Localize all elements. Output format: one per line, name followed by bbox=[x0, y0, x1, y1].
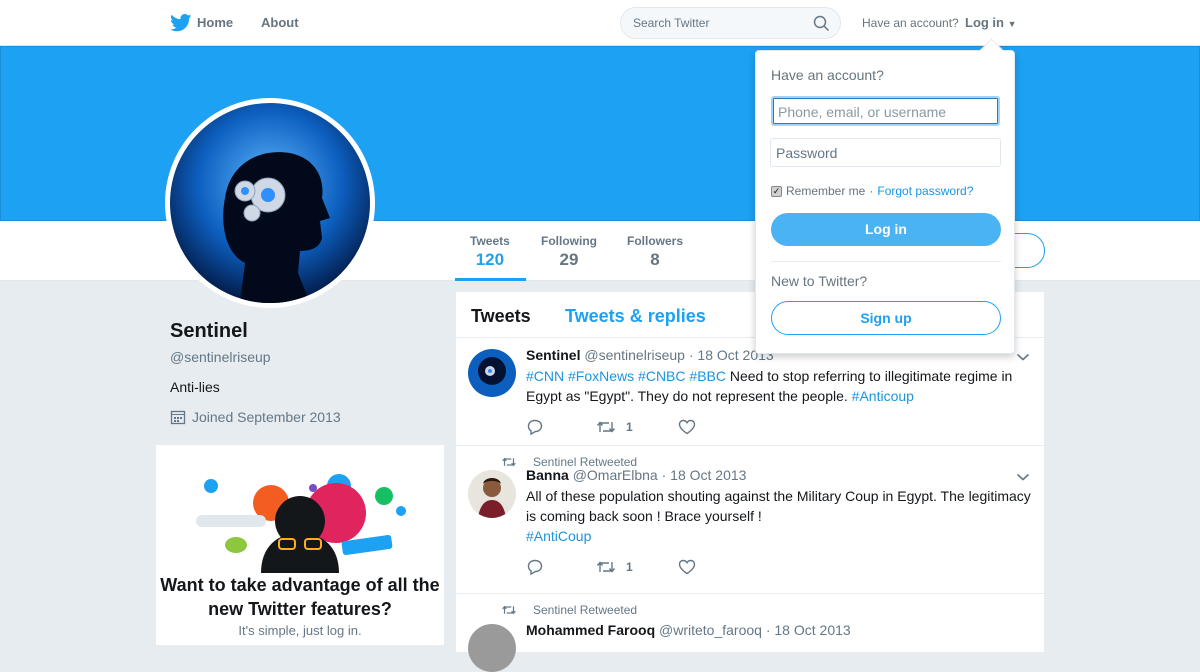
search-input[interactable]: Search Twitter bbox=[620, 7, 841, 39]
nav-home-link[interactable]: Home bbox=[197, 15, 233, 30]
chevron-down-icon[interactable] bbox=[1016, 472, 1030, 482]
signup-promo-card: Want to take advantage of all the new Tw… bbox=[156, 445, 444, 645]
remember-checkbox[interactable]: ✓ bbox=[771, 185, 782, 197]
tweet-actions: 1 bbox=[526, 418, 696, 436]
profile-handle[interactable]: @sentinelriseup bbox=[170, 349, 341, 365]
top-navigation-bar: Home About Search Twitter Have an accoun… bbox=[0, 0, 1200, 46]
retweet-icon bbox=[502, 605, 516, 615]
stat-label: Tweets bbox=[470, 234, 510, 248]
hashtag-link[interactable]: #FoxNews bbox=[568, 368, 634, 384]
username-field[interactable]: Phone, email, or username bbox=[771, 96, 1000, 126]
search-placeholder: Search Twitter bbox=[633, 16, 710, 30]
tweet-text: All of these population shouting against… bbox=[526, 486, 1031, 546]
reply-icon[interactable] bbox=[526, 418, 544, 436]
tweet-avatar[interactable] bbox=[468, 349, 516, 397]
profile-joined: Joined September 2013 bbox=[170, 409, 341, 425]
divider bbox=[771, 261, 1001, 262]
dropdown-title: Have an account? bbox=[771, 67, 884, 83]
promo-illustration bbox=[196, 474, 406, 573]
have-account-text: Have an account? bbox=[862, 16, 959, 30]
chevron-down-icon[interactable] bbox=[1016, 352, 1030, 362]
joined-text: Joined September 2013 bbox=[192, 409, 341, 425]
login-button[interactable]: Log in bbox=[771, 213, 1001, 246]
retweet-count: 1 bbox=[626, 560, 633, 574]
stat-value: 8 bbox=[650, 250, 660, 269]
retweeted-line: Sentinel Retweeted bbox=[501, 603, 637, 617]
tweet-avatar[interactable] bbox=[468, 470, 516, 518]
password-placeholder: Password bbox=[776, 145, 838, 161]
remember-label[interactable]: Remember me bbox=[786, 184, 865, 198]
tweet-item[interactable]: Sentinel Retweeted Mohammed Farooq @writ… bbox=[456, 594, 1044, 672]
active-tab-indicator bbox=[455, 278, 526, 281]
nav-about-link[interactable]: About bbox=[261, 15, 299, 30]
hashtag-link[interactable]: #CNN bbox=[526, 368, 564, 384]
hashtag-link[interactable]: #Anticoup bbox=[852, 388, 914, 404]
tweet-avatar[interactable] bbox=[468, 624, 516, 672]
tweet-author-name[interactable]: Mohammed Farooq bbox=[526, 622, 655, 638]
signup-button[interactable]: Sign up bbox=[771, 301, 1001, 335]
retweeted-text[interactable]: Sentinel Retweeted bbox=[533, 603, 637, 617]
reply-icon[interactable] bbox=[526, 558, 544, 576]
password-field[interactable]: Password bbox=[770, 138, 1001, 167]
tweet-item[interactable]: Sentinel Retweeted Banna @OmarElbna · 18… bbox=[456, 446, 1044, 594]
like-heart-icon[interactable] bbox=[678, 559, 696, 575]
stat-followers[interactable]: Followers 8 bbox=[627, 234, 683, 270]
head-gears-avatar-image bbox=[170, 103, 370, 303]
login-menu-toggle[interactable]: Log in ▼ bbox=[965, 15, 1017, 30]
promo-title: Want to take advantage of all the new Tw… bbox=[160, 575, 440, 619]
tweet-date[interactable]: · 18 Oct 2013 bbox=[766, 622, 851, 638]
stat-value: 29 bbox=[559, 250, 579, 269]
login-dropdown: Have an account? Phone, email, or userna… bbox=[755, 50, 1015, 354]
profile-avatar[interactable] bbox=[165, 98, 375, 308]
tab-tweets[interactable]: Tweets bbox=[471, 306, 531, 327]
retweet-icon[interactable] bbox=[596, 419, 616, 435]
tweet-actions: 1 bbox=[526, 558, 696, 576]
profile-name[interactable]: Sentinel bbox=[170, 320, 341, 343]
profile-info: Sentinel @sentinelriseup Anti-lies Joine… bbox=[170, 320, 341, 425]
tweet-header: Banna @OmarElbna · 18 Oct 2013 bbox=[526, 467, 746, 483]
tweet-author-handle[interactable]: @OmarElbna bbox=[573, 467, 658, 483]
stat-label: Followers bbox=[627, 234, 684, 248]
caret-down-icon: ▼ bbox=[1007, 19, 1017, 29]
tweet-body: All of these population shouting against… bbox=[526, 488, 1031, 524]
hashtag-link[interactable]: #BBC bbox=[689, 368, 726, 384]
tweet-item[interactable]: Sentinel @sentinelriseup · 18 Oct 2013 #… bbox=[456, 338, 1044, 446]
tweet-author-handle[interactable]: @writeto_farooq bbox=[659, 622, 762, 638]
tweet-author-handle[interactable]: @sentinelriseup bbox=[584, 347, 685, 363]
separator-dot: · bbox=[869, 184, 874, 198]
tweet-author-name[interactable]: Sentinel bbox=[526, 347, 580, 363]
forgot-password-link[interactable]: Forgot password? bbox=[877, 184, 973, 198]
stat-label: Following bbox=[541, 234, 597, 248]
promo-subtitle: It's simple, just log in. bbox=[238, 623, 362, 638]
new-to-twitter-text: New to Twitter? bbox=[771, 273, 868, 289]
tweet-author-name[interactable]: Banna bbox=[526, 467, 569, 483]
calendar-icon bbox=[170, 410, 186, 425]
search-icon[interactable] bbox=[813, 15, 830, 32]
tweet-header: Mohammed Farooq @writeto_farooq · 18 Oct… bbox=[526, 622, 851, 638]
retweet-icon bbox=[502, 457, 516, 467]
stat-tweets[interactable]: Tweets 120 bbox=[470, 234, 510, 270]
tweet-text: #CNN #FoxNews #CNBC #BBC Need to stop re… bbox=[526, 366, 1031, 406]
retweet-count: 1 bbox=[626, 420, 633, 434]
twitter-bird-icon[interactable] bbox=[170, 14, 192, 37]
hashtag-link[interactable]: #CNBC bbox=[638, 368, 685, 384]
retweet-icon[interactable] bbox=[596, 559, 616, 575]
like-heart-icon[interactable] bbox=[678, 419, 696, 435]
stat-following[interactable]: Following 29 bbox=[541, 234, 597, 270]
tab-tweets-replies[interactable]: Tweets & replies bbox=[565, 306, 706, 327]
login-menu-label: Log in bbox=[965, 15, 1004, 30]
username-placeholder: Phone, email, or username bbox=[778, 104, 947, 120]
hashtag-link[interactable]: #AntiCoup bbox=[526, 528, 591, 544]
tweet-date[interactable]: · 18 Oct 2013 bbox=[662, 467, 747, 483]
remember-row: ✓ Remember me · Forgot password? bbox=[771, 184, 973, 198]
stat-value: 120 bbox=[475, 250, 505, 269]
tweet-header: Sentinel @sentinelriseup · 18 Oct 2013 bbox=[526, 347, 774, 363]
profile-bio: Anti-lies bbox=[170, 379, 220, 395]
